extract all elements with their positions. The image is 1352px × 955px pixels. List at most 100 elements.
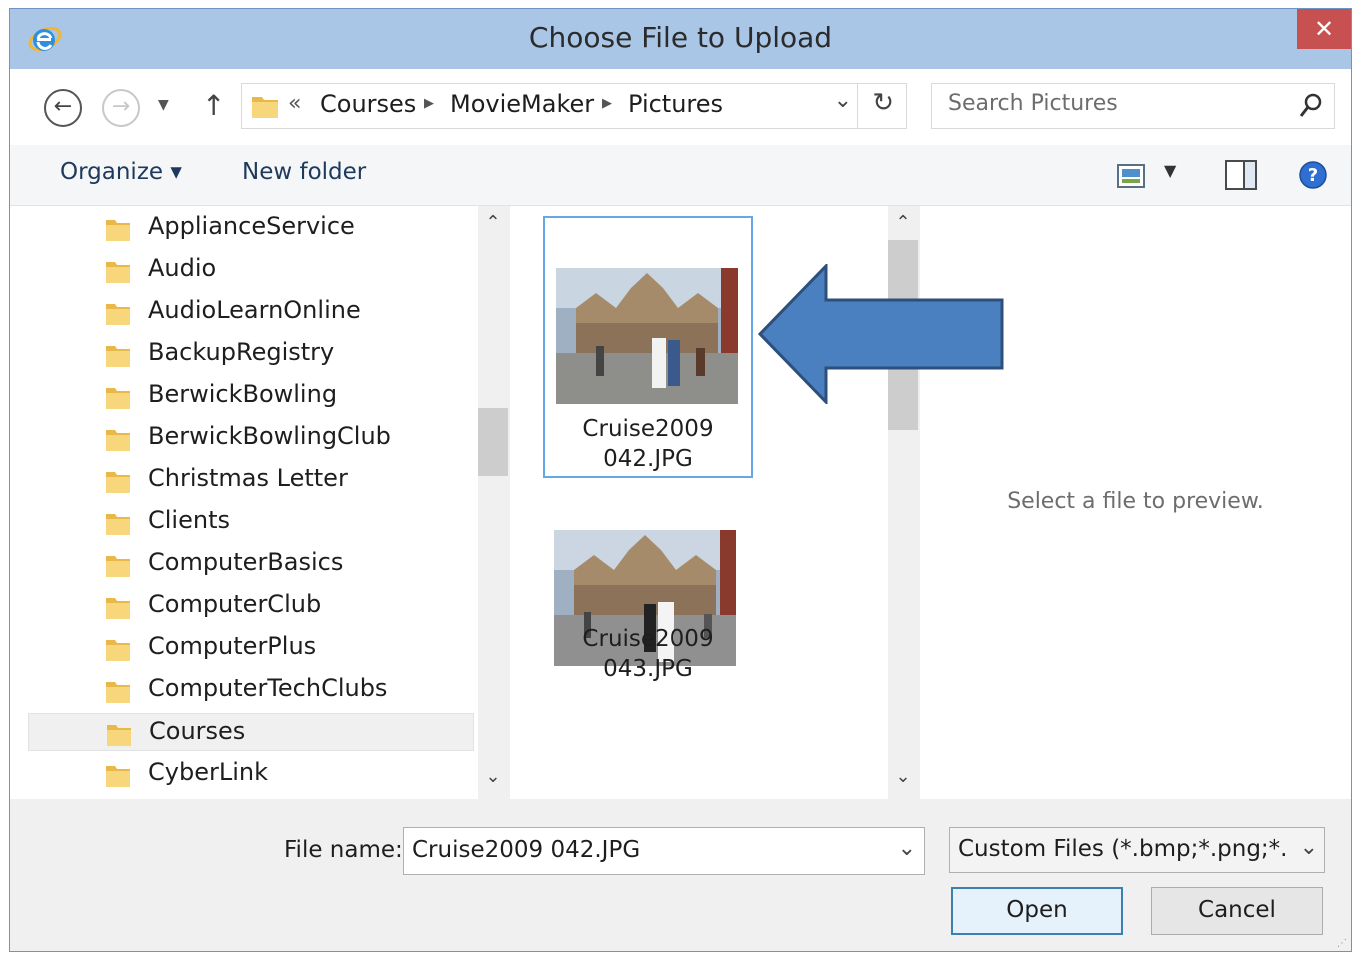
title-bar[interactable]: Choose File to Upload ✕ bbox=[10, 9, 1351, 69]
scroll-up-button[interactable]: ⌃ bbox=[478, 212, 508, 233]
breadcrumb-courses[interactable]: Courses bbox=[320, 90, 416, 118]
folder-icon bbox=[252, 97, 278, 118]
refresh-button[interactable]: ↻ bbox=[872, 88, 894, 118]
folder-label: ComputerTechClubs bbox=[148, 674, 388, 702]
back-button[interactable]: ← bbox=[44, 89, 82, 127]
address-bar[interactable]: « Courses ▶ MovieMaker ▶ Pictures ⌄ ↻ bbox=[241, 83, 907, 129]
file-name-line1: Cruise2009 bbox=[582, 626, 714, 652]
folder-item[interactable]: BackupRegistry bbox=[28, 335, 474, 373]
help-icon[interactable]: ? bbox=[1298, 160, 1328, 190]
file-name-dropdown-button[interactable]: ⌄ bbox=[898, 836, 916, 861]
breadcrumb-chevron-icon[interactable]: ▶ bbox=[602, 96, 612, 111]
folder-icon bbox=[106, 682, 130, 703]
address-divider bbox=[857, 84, 858, 128]
folder-icon bbox=[106, 598, 130, 619]
folder-icon bbox=[106, 388, 130, 409]
navigation-bar: ← → ▼ ↑ « Courses ▶ MovieMaker ▶ Picture… bbox=[10, 69, 1351, 145]
svg-text:?: ? bbox=[1308, 165, 1318, 186]
view-options-dropdown[interactable]: ▼ bbox=[1164, 161, 1176, 180]
folder-item[interactable]: CyberLink bbox=[28, 755, 474, 793]
folder-item[interactable]: ComputerPlus bbox=[28, 629, 474, 667]
file-name-line2: 042.JPG bbox=[603, 446, 693, 472]
folder-item[interactable]: BerwickBowling bbox=[28, 377, 474, 415]
photo-thumbnail bbox=[556, 268, 738, 404]
breadcrumb-moviemaker[interactable]: MovieMaker bbox=[450, 90, 594, 118]
scroll-down-button[interactable]: ⌄ bbox=[478, 766, 508, 787]
forward-button[interactable]: → bbox=[102, 89, 140, 127]
dialog-title: Choose File to Upload bbox=[528, 21, 833, 54]
folder-item[interactable]: ComputerClub bbox=[28, 587, 474, 625]
folder-label: ApplianceService bbox=[148, 212, 355, 240]
folder-icon bbox=[106, 346, 130, 367]
file-name-label: File name: bbox=[284, 837, 403, 863]
scroll-thumb[interactable] bbox=[478, 408, 508, 476]
folder-icon bbox=[106, 766, 130, 787]
folder-label: Christmas Letter bbox=[148, 464, 348, 492]
folder-label: Courses bbox=[149, 717, 246, 745]
recent-locations-button[interactable]: ▼ bbox=[158, 97, 169, 113]
search-input[interactable]: Search Pictures bbox=[931, 83, 1335, 129]
folder-icon bbox=[106, 262, 130, 283]
close-button[interactable]: ✕ bbox=[1297, 9, 1351, 49]
folder-item[interactable]: ComputerTechClubs bbox=[28, 671, 474, 709]
folder-label: CyberLink bbox=[148, 758, 268, 786]
folder-item[interactable]: BerwickBowlingClub bbox=[28, 419, 474, 457]
folder-label: BackupRegistry bbox=[148, 338, 335, 366]
file-tile-cruise2009-043[interactable]: Cruise2009 043.JPG bbox=[543, 480, 753, 742]
folder-icon bbox=[106, 220, 130, 241]
folder-item[interactable]: Christmas Letter bbox=[28, 461, 474, 499]
up-button[interactable]: ↑ bbox=[202, 89, 225, 122]
change-view-icon[interactable] bbox=[1116, 163, 1146, 189]
folder-label: AudioLearnOnline bbox=[148, 296, 361, 324]
folder-label: BerwickBowlingClub bbox=[148, 422, 391, 450]
preview-pane-icon[interactable] bbox=[1224, 159, 1258, 191]
folder-icon bbox=[106, 304, 130, 325]
folder-label: Audio bbox=[148, 254, 217, 282]
folder-item[interactable]: Courses bbox=[28, 713, 474, 751]
folder-item[interactable]: ApplianceService bbox=[28, 209, 474, 247]
file-name-line1: Cruise2009 bbox=[582, 416, 714, 442]
breadcrumb-overflow-button[interactable]: « bbox=[288, 91, 301, 116]
scroll-down-button[interactable]: ⌄ bbox=[888, 766, 918, 787]
folder-label: ComputerPlus bbox=[148, 632, 317, 660]
callout-arrow-icon bbox=[758, 264, 1004, 404]
folder-item[interactable]: Clients bbox=[28, 503, 474, 541]
folder-label: BerwickBowling bbox=[148, 380, 338, 408]
dialog-footer: File name: Cruise2009 042.JPG ⌄ Custom F… bbox=[10, 799, 1351, 951]
scroll-up-button[interactable]: ⌃ bbox=[888, 212, 918, 233]
folder-icon bbox=[106, 514, 130, 535]
folder-item[interactable]: AudioLearnOnline bbox=[28, 293, 474, 331]
command-toolbar: Organize ▾ New folder ▼ ? bbox=[10, 145, 1351, 206]
folder-icon bbox=[107, 725, 131, 746]
folder-item[interactable]: ComputerBasics bbox=[28, 545, 474, 583]
address-dropdown-button[interactable]: ⌄ bbox=[834, 88, 852, 113]
file-name-input[interactable]: Cruise2009 042.JPG ⌄ bbox=[403, 827, 925, 875]
folder-icon bbox=[106, 640, 130, 661]
file-upload-dialog: Choose File to Upload ✕ ← → ▼ ↑ « Course… bbox=[9, 8, 1352, 952]
folder-icon bbox=[106, 556, 130, 577]
file-tile-cruise2009-042[interactable]: Cruise2009 042.JPG bbox=[543, 216, 753, 478]
folder-pane-scrollbar[interactable]: ⌃ ⌄ bbox=[478, 206, 508, 799]
resize-grip[interactable]: ⋰ bbox=[1337, 938, 1347, 949]
search-placeholder: Search Pictures bbox=[948, 91, 1118, 116]
file-name-value: Cruise2009 042.JPG bbox=[412, 837, 641, 863]
new-folder-button[interactable]: New folder bbox=[242, 159, 366, 185]
preview-message: Select a file to preview. bbox=[1007, 489, 1264, 514]
organize-menu-button[interactable]: Organize ▾ bbox=[60, 159, 182, 185]
folder-label: Clients bbox=[148, 506, 230, 534]
folder-label: ComputerClub bbox=[148, 590, 322, 618]
breadcrumb-pictures[interactable]: Pictures bbox=[628, 90, 723, 118]
breadcrumb-chevron-icon[interactable]: ▶ bbox=[424, 96, 434, 111]
file-type-value: Custom Files (*.bmp;*.png;*.jpeg bbox=[958, 836, 1286, 862]
file-type-dropdown-button[interactable]: ⌄ bbox=[1300, 835, 1318, 860]
open-button[interactable]: Open bbox=[951, 887, 1123, 935]
search-icon[interactable] bbox=[1298, 92, 1324, 120]
folder-item[interactable]: Audio bbox=[28, 251, 474, 289]
folder-icon bbox=[106, 472, 130, 493]
file-name-line2: 043.JPG bbox=[603, 656, 693, 682]
cancel-button[interactable]: Cancel bbox=[1151, 887, 1323, 935]
file-type-select[interactable]: Custom Files (*.bmp;*.png;*.jpeg ⌄ bbox=[949, 827, 1325, 873]
folder-navigation-pane: ApplianceService Audio AudioLearnOnline Bac… bbox=[10, 206, 478, 799]
folder-icon bbox=[106, 430, 130, 451]
folder-label: ComputerBasics bbox=[148, 548, 344, 576]
